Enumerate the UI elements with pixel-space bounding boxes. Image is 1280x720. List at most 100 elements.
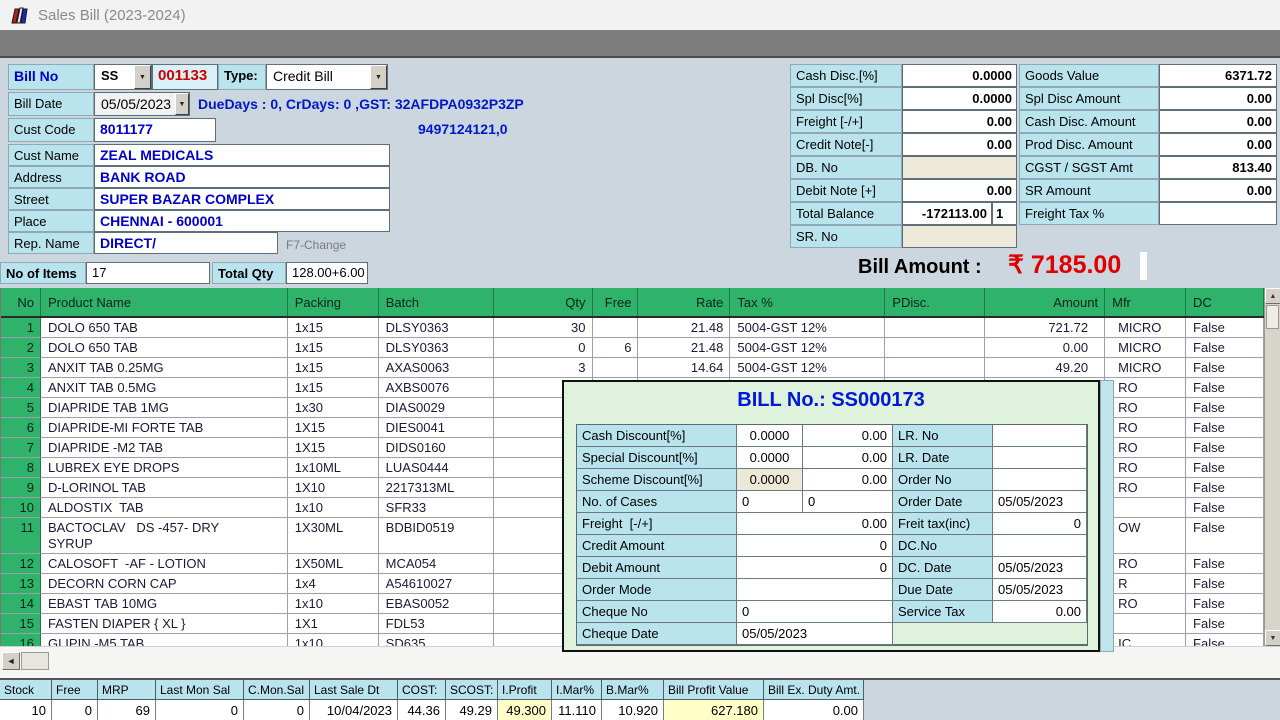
rep-name-field[interactable]: DIRECT/ xyxy=(94,232,278,254)
grid-cell[interactable]: False xyxy=(1186,378,1264,398)
grid-cell[interactable]: False xyxy=(1186,478,1264,498)
grid-cell[interactable]: 1X15 xyxy=(288,438,379,458)
grid-cell[interactable]: EBAS0052 xyxy=(379,594,494,614)
summary-value[interactable]: 0.00 xyxy=(1159,133,1277,156)
bill-no-field[interactable]: 001133 xyxy=(152,64,218,90)
grid-cell[interactable]: FDL53 xyxy=(379,614,494,634)
grid-cell[interactable]: IC xyxy=(1105,634,1186,646)
grid-cell[interactable]: DIAPRIDE TAB 1MG xyxy=(41,398,288,418)
grid-cell[interactable]: 6 xyxy=(593,338,639,358)
grid-cell[interactable]: DOLO 650 TAB xyxy=(41,318,288,338)
grid-cell[interactable]: 11 xyxy=(1,518,41,554)
grid-cell[interactable]: 6 xyxy=(1,418,41,438)
grid-row[interactable]: 2DOLO 650 TAB1x15DLSY03630621.485004-GST… xyxy=(1,338,1264,358)
grid-cell[interactable]: D-LORINOL TAB xyxy=(41,478,288,498)
grid-cell[interactable]: 5004-GST 12% xyxy=(730,338,885,358)
grid-cell[interactable]: DECORN CORN CAP xyxy=(41,574,288,594)
grid-cell[interactable]: 1x4 xyxy=(288,574,379,594)
grid-cell[interactable]: 1X50ML xyxy=(288,554,379,574)
grid-cell[interactable]: False xyxy=(1186,574,1264,594)
dialog-input[interactable] xyxy=(737,579,893,601)
grid-cell[interactable] xyxy=(885,338,985,358)
grid-cell[interactable]: DLSY0363 xyxy=(379,338,494,358)
grid-cell[interactable]: False xyxy=(1186,398,1264,418)
grid-cell[interactable]: 1x10ML xyxy=(288,458,379,478)
bill-date-picker[interactable]: 05/05/2023 ▼ xyxy=(94,92,190,116)
grid-row[interactable]: 1DOLO 650 TAB1x15DLSY03633021.485004-GST… xyxy=(1,318,1264,338)
dialog-input[interactable]: 05/05/2023 xyxy=(993,491,1087,513)
grid-cell[interactable]: BACTOCLAV DS -457- DRY SYRUP xyxy=(41,518,288,554)
grid-cell[interactable]: 5 xyxy=(1,398,41,418)
chevron-down-icon[interactable]: ▼ xyxy=(134,65,151,89)
summary-value[interactable]: 0.00 xyxy=(1159,87,1277,110)
dialog-input[interactable]: 0 xyxy=(737,535,893,557)
grid-cell[interactable] xyxy=(1105,498,1186,518)
dialog-input[interactable] xyxy=(993,535,1087,557)
dialog-input[interactable] xyxy=(993,469,1087,491)
grid-cell[interactable]: ANXIT TAB 0.25MG xyxy=(41,358,288,378)
grid-cell[interactable]: 21.48 xyxy=(638,338,730,358)
grid-cell[interactable]: 13 xyxy=(1,574,41,594)
grid-cell[interactable]: AXBS0076 xyxy=(379,378,494,398)
grid-cell[interactable]: False xyxy=(1186,554,1264,574)
summary-value[interactable]: 0.0000 xyxy=(902,87,1017,110)
summary-value[interactable]: 0.00 xyxy=(902,110,1017,133)
grid-cell[interactable]: 1x15 xyxy=(288,338,379,358)
grid-cell[interactable]: 1x10 xyxy=(288,498,379,518)
grid-cell[interactable]: BDBID0519 xyxy=(379,518,494,554)
grid-cell[interactable]: RO xyxy=(1105,438,1186,458)
grid-cell[interactable]: RO xyxy=(1105,378,1186,398)
grid-cell[interactable]: 5004-GST 12% xyxy=(730,358,885,378)
grid-cell[interactable]: RO xyxy=(1105,478,1186,498)
series-combo[interactable]: SS ▼ xyxy=(94,64,152,90)
dialog-input[interactable]: 0.0000 xyxy=(737,469,803,491)
grid-cell[interactable]: 5004-GST 12% xyxy=(730,318,885,338)
grid-vertical-scrollbar[interactable]: ▲ ▼ xyxy=(1264,288,1280,646)
grid-cell[interactable]: DIAPRIDE-MI FORTE TAB xyxy=(41,418,288,438)
grid-cell[interactable]: 1x15 xyxy=(288,318,379,338)
summary-value[interactable] xyxy=(902,225,1017,248)
grid-cell[interactable]: RO xyxy=(1105,554,1186,574)
grid-cell[interactable]: 14 xyxy=(1,594,41,614)
grid-cell[interactable]: 1X1 xyxy=(288,614,379,634)
grid-cell[interactable]: ANXIT TAB 0.5MG xyxy=(41,378,288,398)
summary-value[interactable]: 6371.72 xyxy=(1159,64,1277,87)
grid-cell[interactable]: DIES0041 xyxy=(379,418,494,438)
scroll-down-icon[interactable]: ▼ xyxy=(1265,630,1280,646)
grid-cell[interactable]: 49.20 xyxy=(985,358,1105,378)
grid-cell[interactable]: DIAS0029 xyxy=(379,398,494,418)
summary-value[interactable]: 813.40 xyxy=(1159,156,1277,179)
grid-cell[interactable]: 1 xyxy=(1,318,41,338)
grid-cell[interactable]: False xyxy=(1186,338,1264,358)
grid-cell[interactable]: 1X30ML xyxy=(288,518,379,554)
summary-value[interactable]: 0.0000 xyxy=(902,64,1017,87)
vertical-scroll-thumb[interactable] xyxy=(1266,305,1279,329)
grid-cell[interactable]: 1X10 xyxy=(288,478,379,498)
grid-cell[interactable]: OW xyxy=(1105,518,1186,554)
grid-cell[interactable]: 2 xyxy=(1,338,41,358)
grid-cell[interactable]: 12 xyxy=(1,554,41,574)
grid-cell[interactable]: DIDS0160 xyxy=(379,438,494,458)
grid-cell[interactable] xyxy=(885,318,985,338)
cust-code-field[interactable]: 8011177 xyxy=(94,118,216,142)
grid-cell[interactable]: DIAPRIDE -M2 TAB xyxy=(41,438,288,458)
grid-cell[interactable]: MICRO xyxy=(1105,358,1186,378)
dialog-input[interactable]: 0.00 xyxy=(803,447,893,469)
grid-cell[interactable]: 1x30 xyxy=(288,398,379,418)
grid-cell[interactable]: 14.64 xyxy=(638,358,730,378)
grid-cell[interactable]: GLIPIN -M5 TAB xyxy=(41,634,288,646)
summary-value[interactable] xyxy=(1159,202,1277,225)
summary-value[interactable]: 0.00 xyxy=(1159,110,1277,133)
horizontal-scroll-thumb[interactable] xyxy=(21,652,49,670)
grid-cell[interactable]: ALDOSTIX TAB xyxy=(41,498,288,518)
summary-value[interactable]: -172113.00 xyxy=(902,202,992,225)
dialog-input[interactable]: 0 xyxy=(737,491,803,513)
summary-extra-value[interactable]: 1 xyxy=(992,202,1017,225)
grid-cell[interactable]: 0.00 xyxy=(985,338,1105,358)
grid-cell[interactable]: 21.48 xyxy=(638,318,730,338)
grid-cell[interactable]: RO xyxy=(1105,398,1186,418)
dialog-input[interactable]: 0.00 xyxy=(993,601,1087,623)
place-field[interactable]: CHENNAI - 600001 xyxy=(94,210,390,232)
summary-value[interactable]: 0.00 xyxy=(902,179,1017,202)
grid-cell[interactable]: False xyxy=(1186,418,1264,438)
